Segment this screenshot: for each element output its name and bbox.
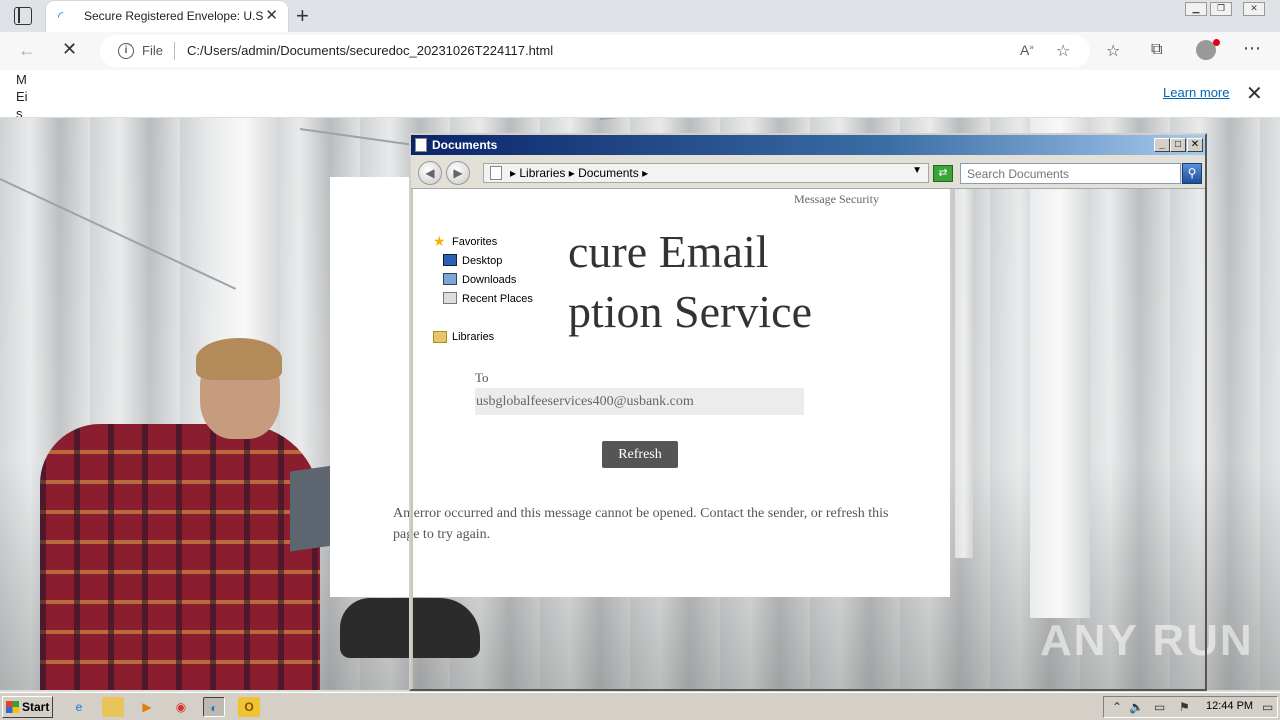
browser-tab-bar: ◜ Secure Registered Envelope: U.S. ✕ + ▁… [0, 0, 1280, 32]
nav-libraries[interactable]: Libraries [452, 331, 494, 343]
new-tab-button[interactable]: + [296, 3, 309, 29]
infobar-close-icon[interactable]: ✕ [1246, 81, 1263, 106]
chevron-down-icon[interactable]: ▼ [912, 165, 922, 176]
tab-title: Secure Registered Envelope: U.S. [84, 9, 264, 23]
browser-tab[interactable]: ◜ Secure Registered Envelope: U.S. ✕ [46, 1, 288, 32]
background-person-image [30, 338, 330, 690]
desktop-icon [443, 254, 457, 266]
url-text[interactable]: C:/Users/admin/Documents/securedoc_20231… [187, 43, 553, 58]
explorer-title: Documents [432, 138, 498, 152]
person-hair [196, 338, 282, 380]
media-player-icon[interactable]: ▶ [136, 697, 158, 717]
network-icon[interactable]: ▭ [1154, 700, 1165, 714]
show-desktop-icon[interactable]: ▭ [1262, 700, 1273, 714]
close-window-button[interactable]: ✕ [1243, 2, 1265, 16]
start-label: Start [22, 700, 50, 714]
chrome-icon[interactable]: ◉ [170, 697, 192, 717]
folder-doc-icon [490, 166, 502, 180]
action-center-flag-icon[interactable]: ⚑ [1179, 700, 1190, 714]
explorer-window: Documents _ □ ✕ ◀ ▶ ▸ Libraries ▸ Docume… [409, 133, 1207, 691]
favorites-icon[interactable]: ☆ [1106, 41, 1120, 61]
edge-icon[interactable]: ◐ [203, 697, 225, 717]
explorer-path[interactable]: ▸ Libraries ▸ Documents ▸ [510, 166, 648, 180]
nav-favorites[interactable]: Favorites [452, 236, 497, 248]
background-beam [599, 118, 1098, 120]
address-toolbar: ← ✕ i File C:/Users/admin/Documents/secu… [0, 32, 1280, 70]
tab-close-icon[interactable]: ✕ [265, 6, 278, 24]
explorer-nav-pane: ★ Favorites Desktop Downloads Recent Pla… [411, 189, 569, 343]
tab-actions-icon[interactable] [14, 7, 32, 25]
norton-icon[interactable]: O [238, 697, 260, 717]
libraries-folder-icon [433, 331, 447, 343]
explorer-toolbar: ◀ ▶ ▸ Libraries ▸ Documents ▸ ▼ ⇄ ⚲ [411, 155, 1205, 189]
infobar-message: MEis [16, 72, 28, 117]
learn-more-link[interactable]: Learn more [1163, 85, 1229, 100]
stop-loading-icon[interactable]: ✕ [62, 39, 77, 60]
internet-explorer-icon[interactable]: e [68, 697, 90, 717]
restore-button[interactable]: ❐ [1210, 2, 1232, 16]
start-button[interactable]: Start [2, 696, 53, 718]
search-icon[interactable]: ⚲ [1182, 163, 1202, 184]
explorer-back-icon[interactable]: ◀ [418, 161, 442, 185]
info-bar: MEis Learn more ✕ [0, 70, 1280, 118]
minimize-button[interactable]: ▁ [1185, 2, 1207, 16]
explorer-forward-icon[interactable]: ▶ [446, 161, 470, 185]
info-icon[interactable]: i [118, 43, 134, 59]
url-separator [174, 42, 175, 60]
more-menu-icon[interactable]: ⋯ [1243, 38, 1261, 59]
nav-recent-places[interactable]: Recent Places [462, 293, 533, 305]
collections-icon[interactable]: ⧉ [1151, 41, 1162, 59]
background-beam [0, 178, 237, 290]
profile-avatar-icon[interactable] [1196, 39, 1220, 60]
read-aloud-icon[interactable]: A» [1020, 42, 1034, 58]
nav-desktop[interactable]: Desktop [462, 255, 502, 267]
recent-places-icon [443, 292, 457, 304]
star-icon: ★ [433, 233, 446, 249]
explorer-maximize-button[interactable]: □ [1170, 138, 1186, 152]
document-icon [415, 138, 427, 152]
explorer-close-button[interactable]: ✕ [1187, 138, 1203, 152]
person-shirt [40, 424, 320, 690]
file-scheme-label: File [142, 43, 163, 58]
add-favorite-icon[interactable]: ☆ [1056, 41, 1070, 61]
volume-icon[interactable]: 🔈 [1129, 700, 1144, 714]
back-arrow-icon[interactable]: ← [18, 40, 36, 61]
taskbar: Start e ▶ ◉ ◐ O ⌃ 🔈 ▭ ⚑ 12:44 PM ▭ [0, 692, 1280, 720]
explorer-frame-edge [411, 189, 413, 689]
url-box[interactable]: i File C:/Users/admin/Documents/securedo… [100, 35, 1090, 67]
explorer-search-input[interactable] [960, 163, 1181, 184]
explorer-minimize-button[interactable]: _ [1154, 138, 1170, 152]
file-explorer-icon[interactable] [102, 697, 124, 717]
explorer-address-bar[interactable]: ▸ Libraries ▸ Documents ▸ ▼ [483, 163, 929, 183]
system-tray: ⌃ 🔈 ▭ ⚑ 12:44 PM ▭ [1103, 696, 1278, 718]
explorer-refresh-icon[interactable]: ⇄ [933, 165, 953, 182]
downloads-icon [443, 273, 457, 285]
loading-icon: ◜ [58, 8, 64, 24]
nav-downloads[interactable]: Downloads [462, 274, 516, 286]
explorer-titlebar[interactable]: Documents _ □ ✕ [411, 135, 1205, 155]
clock[interactable]: 12:44 PM [1206, 700, 1253, 712]
windows-logo-icon [6, 701, 19, 713]
show-hidden-icons-icon[interactable]: ⌃ [1112, 700, 1122, 714]
